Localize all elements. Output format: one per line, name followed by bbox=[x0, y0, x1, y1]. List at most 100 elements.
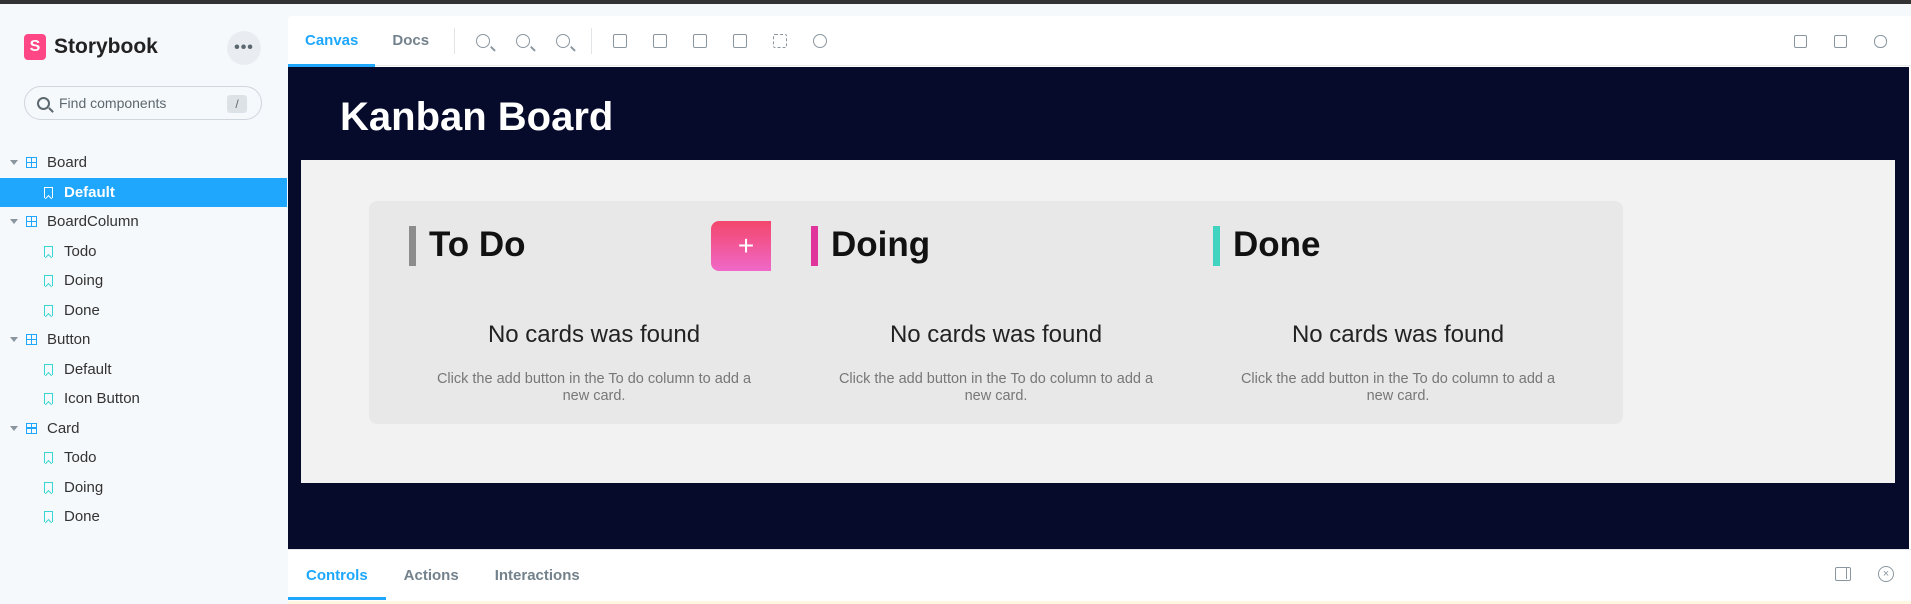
brand[interactable]: S Storybook bbox=[24, 34, 158, 60]
copy-link-icon bbox=[1873, 34, 1887, 48]
chevron-down-icon bbox=[10, 219, 18, 225]
zoom-out-button[interactable] bbox=[503, 16, 543, 66]
addons-panel: Controls Actions Interactions × bbox=[288, 549, 1911, 604]
component-icon bbox=[26, 157, 37, 169]
chevron-down-icon bbox=[10, 425, 18, 431]
sidebar-story[interactable]: Doing bbox=[0, 266, 287, 296]
fullscreen-button[interactable] bbox=[1780, 16, 1820, 66]
tab-docs[interactable]: Docs bbox=[375, 16, 446, 66]
kanban-board: To Do + No cards was found Click the add bu… bbox=[301, 160, 1895, 483]
sidebar-item-label: Default bbox=[64, 183, 115, 201]
brand-name: Storybook bbox=[54, 35, 158, 58]
sidebar-story[interactable]: Icon Button bbox=[0, 384, 287, 414]
board-column: To Do + No cards was found Click the add bu… bbox=[369, 201, 819, 424]
column-accent-bar bbox=[409, 226, 416, 266]
search-icon bbox=[37, 96, 50, 110]
sidebar-menu-button[interactable]: ••• bbox=[227, 31, 261, 65]
sidebar-item-label: BoardColumn bbox=[47, 213, 139, 231]
preview-toolbar: Canvas Docs bbox=[288, 16, 1911, 67]
chevron-down-icon bbox=[10, 337, 18, 343]
zoom-reset-button[interactable] bbox=[543, 16, 583, 66]
component-tree: Board Default BoardColumn Todo Doing Done Butt… bbox=[0, 148, 287, 532]
tab-actions[interactable]: Actions bbox=[386, 550, 477, 600]
bookmark-icon bbox=[44, 452, 53, 464]
copy-link-button[interactable] bbox=[1860, 16, 1900, 66]
bookmark-icon bbox=[44, 511, 53, 523]
sidebar-item-label: Done bbox=[64, 508, 100, 526]
sidebar-story[interactable]: Default bbox=[0, 355, 287, 385]
bookmark-icon bbox=[44, 186, 53, 198]
empty-state-description: Click the add button in the To do column… bbox=[838, 371, 1154, 404]
board-column: Done No cards was found Click the add butt… bbox=[1173, 201, 1623, 424]
component-icon bbox=[26, 216, 37, 228]
search-input[interactable] bbox=[59, 95, 219, 111]
grid-icon bbox=[653, 33, 668, 48]
empty-state-description: Click the add button in the To do column… bbox=[1240, 371, 1556, 404]
tab-canvas[interactable]: Canvas bbox=[288, 16, 376, 67]
sidebar-group[interactable]: Card bbox=[0, 414, 287, 444]
sidebar-item-label: Doing bbox=[64, 272, 104, 290]
panel-orientation-icon[interactable] bbox=[1835, 567, 1851, 581]
measure-icon bbox=[733, 33, 748, 48]
sidebar-item-label: Icon Button bbox=[64, 390, 140, 408]
open-new-tab-icon bbox=[1833, 34, 1847, 48]
empty-state-title: No cards was found bbox=[487, 321, 701, 348]
bookmark-icon bbox=[44, 304, 53, 316]
sidebar-item-label: Todo bbox=[64, 449, 97, 467]
main-panel: Canvas Docs Kanban Board To Do + No cards … bbox=[288, 16, 1911, 604]
sidebar-story[interactable]: Todo bbox=[0, 443, 287, 473]
viewport-button[interactable] bbox=[680, 16, 720, 66]
chevron-down-icon bbox=[10, 160, 18, 166]
bookmark-icon bbox=[44, 245, 53, 257]
board-column: Doing No cards was found Click the add but… bbox=[771, 201, 1221, 424]
sidebar-group[interactable]: Button bbox=[0, 325, 287, 355]
bookmark-icon bbox=[44, 393, 53, 405]
close-panel-icon[interactable]: × bbox=[1878, 566, 1894, 582]
toolbar-divider bbox=[591, 27, 593, 54]
search-box[interactable]: / bbox=[24, 86, 262, 120]
sidebar-item-label: Done bbox=[64, 301, 100, 319]
empty-state-description: Click the add button in the To do column… bbox=[436, 371, 752, 404]
preview-canvas: Kanban Board To Do + No cards was found Cli… bbox=[288, 67, 1909, 549]
column-title: To Do bbox=[429, 225, 526, 264]
sidebar-item-label: Default bbox=[64, 360, 112, 378]
empty-state-title: No cards was found bbox=[889, 321, 1103, 348]
toolbar-divider bbox=[454, 27, 456, 54]
bookmark-icon bbox=[44, 275, 53, 287]
sidebar-story[interactable]: Done bbox=[0, 296, 287, 326]
sidebar-story[interactable]: Default bbox=[0, 177, 287, 207]
board-title: Kanban Board bbox=[340, 95, 614, 139]
sidebar-item-label: Card bbox=[47, 419, 80, 437]
remount-button[interactable] bbox=[800, 16, 840, 66]
tab-controls[interactable]: Controls bbox=[288, 550, 386, 600]
bookmark-icon bbox=[44, 481, 53, 493]
tab-interactions[interactable]: Interactions bbox=[477, 550, 598, 600]
sidebar: S Storybook ••• / Board Default BoardColum… bbox=[0, 4, 287, 604]
zoom-in-icon bbox=[476, 33, 491, 48]
sidebar-story[interactable]: Doing bbox=[0, 473, 287, 503]
sidebar-story[interactable]: Done bbox=[0, 502, 287, 532]
sidebar-item-label: Todo bbox=[64, 242, 97, 260]
sidebar-item-label: Board bbox=[47, 154, 88, 172]
measure-button[interactable] bbox=[720, 16, 760, 66]
fullscreen-icon bbox=[1793, 34, 1807, 48]
outline-button[interactable] bbox=[760, 16, 800, 66]
background-button[interactable] bbox=[600, 16, 640, 66]
background-icon bbox=[613, 33, 628, 48]
zoom-in-button[interactable] bbox=[463, 16, 503, 66]
storybook-logo-icon: S bbox=[24, 34, 46, 60]
addon-tabs: Controls Actions Interactions bbox=[288, 550, 598, 600]
grid-button[interactable] bbox=[640, 16, 680, 66]
sidebar-item-label: Button bbox=[47, 331, 91, 349]
viewport-icon bbox=[693, 33, 708, 48]
zoom-reset-icon bbox=[556, 33, 571, 48]
open-new-tab-button[interactable] bbox=[1820, 16, 1860, 66]
empty-state-title: No cards was found bbox=[1291, 321, 1505, 348]
bookmark-icon bbox=[44, 363, 53, 375]
column-title: Done bbox=[1233, 225, 1321, 264]
sidebar-group[interactable]: Board bbox=[0, 148, 287, 178]
sidebar-group[interactable]: BoardColumn bbox=[0, 207, 287, 237]
column-accent-bar bbox=[1213, 226, 1220, 266]
sidebar-story[interactable]: Todo bbox=[0, 237, 287, 267]
search-shortcut-key: / bbox=[227, 95, 247, 113]
